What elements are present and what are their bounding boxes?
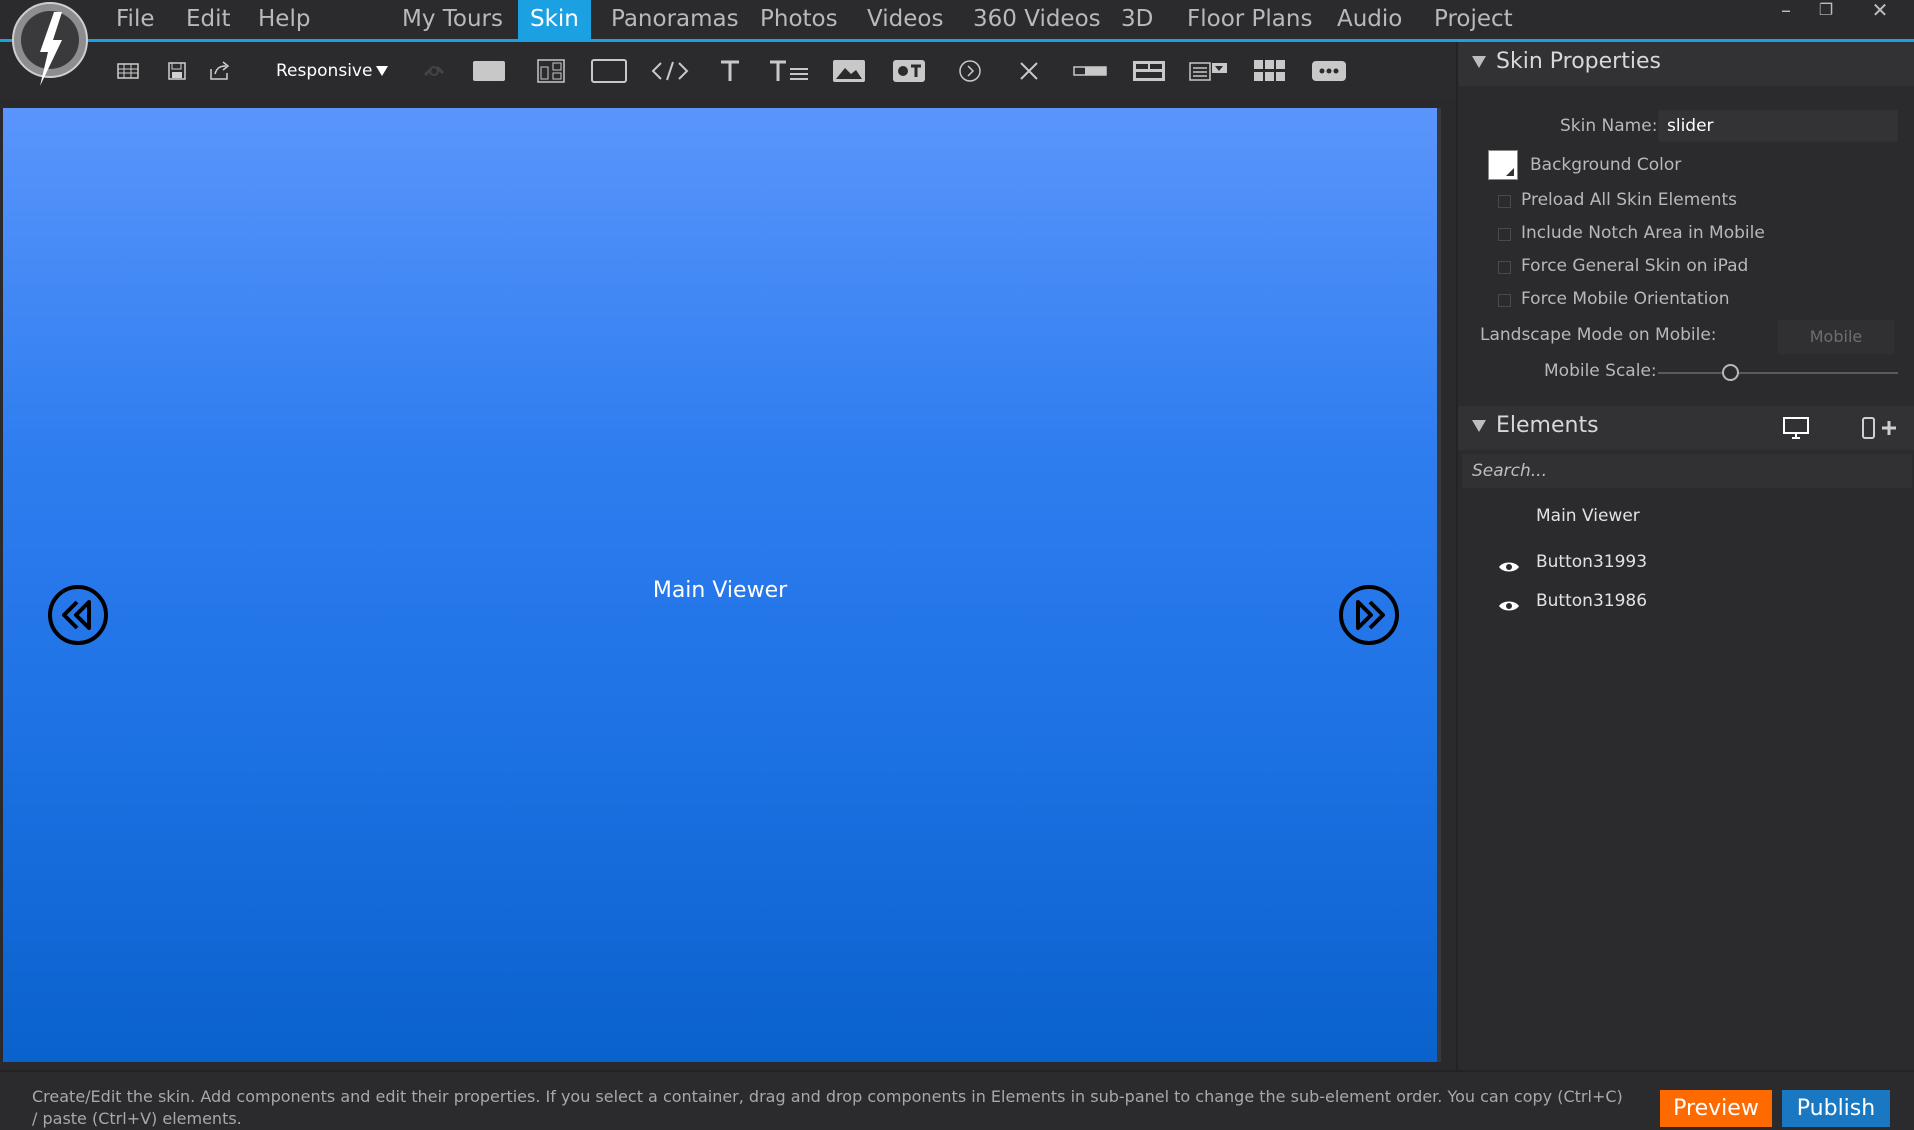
fast-forward-icon[interactable]: [1338, 584, 1400, 646]
tab-my-tours[interactable]: My Tours: [390, 0, 515, 39]
element-button31993[interactable]: Button31993: [1536, 552, 1647, 572]
collapse-triangle-icon: [1472, 420, 1486, 432]
landscape-mode-label: Landscape Mode on Mobile:: [1480, 325, 1717, 345]
tab-videos[interactable]: Videos: [855, 0, 955, 39]
tab-3d[interactable]: 3D: [1109, 0, 1165, 39]
main-viewer[interactable]: Main Viewer: [3, 108, 1441, 1062]
landscape-mode-select[interactable]: Mobile: [1778, 320, 1894, 354]
close-icon[interactable]: [1016, 56, 1042, 86]
mobile-scale-slider-thumb[interactable]: [1722, 364, 1739, 381]
force-general-checkbox[interactable]: [1498, 261, 1511, 274]
add-mobile-icon[interactable]: [1860, 416, 1900, 444]
application-window: File Edit Help My Tours Skin Panoramas P…: [0, 0, 1914, 1130]
preload-checkbox[interactable]: [1498, 195, 1511, 208]
menu-edit[interactable]: Edit: [174, 0, 243, 39]
restore-icon[interactable]: ❐: [1808, 0, 1844, 22]
text-list-icon[interactable]: [768, 56, 810, 86]
image-icon[interactable]: [830, 56, 868, 86]
mobile-scale-slider-track[interactable]: [1658, 372, 1898, 374]
link-icon: [420, 56, 448, 86]
skin-properties-header[interactable]: Skin Properties: [1458, 42, 1914, 86]
force-general-label: Force General Skin on iPad: [1521, 256, 1749, 276]
element-main-viewer[interactable]: Main Viewer: [1536, 506, 1640, 526]
progress-bar-icon[interactable]: [1072, 56, 1108, 86]
menu-help[interactable]: Help: [246, 0, 322, 39]
export-icon[interactable]: [208, 56, 232, 86]
skin-canvas: Main Viewer: [0, 100, 1456, 1070]
eye-icon[interactable]: [1498, 559, 1520, 573]
mobile-scale-label: Mobile Scale:: [1544, 361, 1657, 381]
tab-project[interactable]: Project: [1422, 0, 1525, 39]
skin-properties-title: Skin Properties: [1496, 49, 1661, 74]
app-logo: [10, 0, 90, 90]
elements-title: Elements: [1496, 413, 1599, 438]
more-icon[interactable]: [1310, 56, 1348, 86]
desktop-icon[interactable]: [1782, 416, 1810, 444]
force-mobile-checkbox[interactable]: [1498, 294, 1511, 307]
chevron-down-icon[interactable]: [375, 62, 389, 81]
elements-header[interactable]: Elements: [1458, 406, 1914, 450]
tabs-icon[interactable]: [1130, 56, 1168, 86]
notch-label: Include Notch Area in Mobile: [1521, 223, 1765, 243]
eye-icon[interactable]: [1498, 598, 1520, 612]
save-icon[interactable]: [166, 56, 188, 86]
preview-button[interactable]: Preview: [1660, 1090, 1772, 1127]
dropdown-icon[interactable]: [1188, 56, 1230, 86]
rectangle-icon[interactable]: [470, 56, 508, 86]
collapse-triangle-icon: [1472, 56, 1486, 68]
layout-icon[interactable]: [536, 56, 566, 86]
element-button31986[interactable]: Button31986: [1536, 591, 1647, 611]
grid-icon[interactable]: [116, 56, 140, 86]
responsive-select[interactable]: Responsive: [276, 56, 372, 86]
code-icon[interactable]: [650, 56, 690, 86]
tab-360-videos[interactable]: 360 Videos: [961, 0, 1113, 39]
container-icon[interactable]: [590, 56, 628, 86]
tab-floor-plans[interactable]: Floor Plans: [1175, 0, 1324, 39]
close-window-icon[interactable]: ✕: [1862, 0, 1898, 22]
tab-skin[interactable]: Skin: [518, 0, 591, 39]
preload-label: Preload All Skin Elements: [1521, 190, 1738, 210]
main-viewer-label: Main Viewer: [652, 578, 788, 603]
swatch-corner-icon: [1506, 168, 1514, 176]
rewind-icon[interactable]: [47, 584, 109, 646]
text-icon[interactable]: [718, 56, 742, 86]
play-icon[interactable]: [956, 56, 984, 86]
skin-name-input[interactable]: slider: [1658, 110, 1898, 142]
menu-bar: File Edit Help My Tours Skin Panoramas P…: [0, 0, 1914, 86]
background-color-label: Background Color: [1530, 155, 1682, 175]
notch-checkbox[interactable]: [1498, 228, 1511, 241]
tab-photos[interactable]: Photos: [748, 0, 850, 39]
force-mobile-label: Force Mobile Orientation: [1521, 289, 1730, 309]
properties-panel: Skin Properties Skin Name: slider Backgr…: [1456, 42, 1914, 1070]
elements-search-input[interactable]: Search...: [1462, 454, 1912, 488]
status-bar: Create/Edit the skin. Add components and…: [0, 1070, 1914, 1130]
thumbnail-grid-icon[interactable]: [1252, 56, 1288, 86]
minimize-icon[interactable]: –: [1768, 0, 1804, 22]
toolbar: Responsive: [0, 42, 1456, 100]
menu-file[interactable]: File: [104, 0, 167, 39]
status-text: Create/Edit the skin. Add components and…: [32, 1087, 1623, 1128]
tab-panoramas[interactable]: Panoramas: [599, 0, 751, 39]
background-color-swatch[interactable]: [1488, 150, 1518, 180]
skin-name-label: Skin Name:: [1560, 116, 1658, 136]
tab-audio[interactable]: Audio: [1325, 0, 1414, 39]
publish-button[interactable]: Publish: [1782, 1090, 1890, 1127]
toggle-icon[interactable]: [890, 56, 928, 86]
